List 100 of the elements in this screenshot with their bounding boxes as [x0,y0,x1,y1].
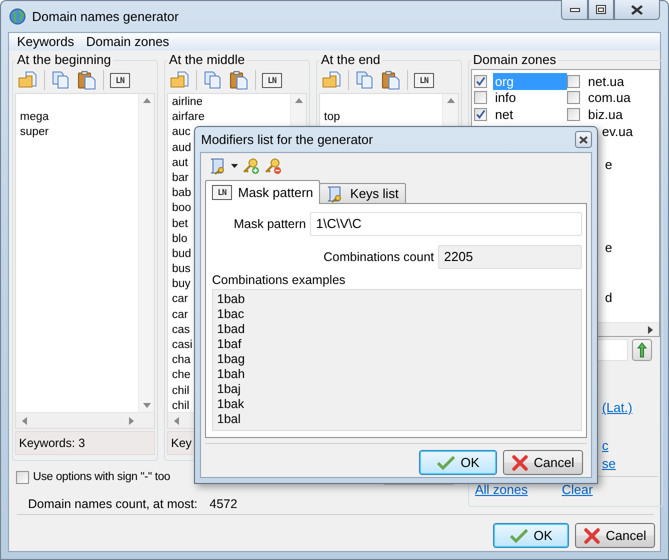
ok-button[interactable]: OK [493,523,569,548]
keyword-item[interactable]: bud [172,246,192,262]
option-checkbox[interactable] [16,470,29,484]
keyword-item[interactable]: che [172,368,191,384]
example-item: 1bag [217,352,245,367]
tab[interactable]: Keys list [319,183,406,203]
close-button[interactable] [575,131,592,148]
keyword-item[interactable]: blo [172,232,188,247]
keyword-item[interactable]: casi [172,338,192,354]
move-up-button[interactable] [632,339,652,361]
zone-checkbox[interactable] [474,108,487,121]
link[interactable]: All zones [475,481,528,499]
line-numbers-button[interactable]: LN [110,72,130,88]
keyword-item[interactable]: cha [172,353,191,368]
ok-button[interactable]: OK [419,450,497,475]
line-numbers-button[interactable]: LN [414,72,434,88]
zone-item[interactable]: e [605,156,612,172]
keyword-item[interactable]: aut [172,156,188,171]
zone-item[interactable]: e [605,240,612,255]
keyword-item[interactable]: mega [20,110,49,126]
zone-item[interactable]: d [605,290,612,305]
keyword-item[interactable]: airfare [172,110,205,126]
link[interactable]: se [602,455,660,473]
zone-checkbox[interactable] [567,91,580,104]
zone-checkbox[interactable] [567,108,580,121]
keyword-item[interactable]: aud [172,140,192,156]
link[interactable]: (Lat.) [602,399,660,417]
scroll-left-icon[interactable] [174,416,179,424]
scroll-up-icon[interactable] [294,98,302,103]
count-label: Domain names count, at most: [28,497,198,511]
count-field[interactable]: 2205 [438,245,582,269]
keyword-item[interactable]: car [172,308,188,323]
keyword-count: Keywords: 3 [15,431,155,455]
keyword-item[interactable]: auc [172,125,191,141]
example-item: 1bal [217,412,241,427]
column-title: At the end [320,53,382,67]
zone-item[interactable]: net.ua [586,72,632,90]
close-button[interactable] [614,0,660,20]
scroll-right-icon[interactable] [648,326,653,334]
mask-field[interactable]: 1\C\V\C [310,212,582,236]
keyword-item[interactable]: chil [172,384,190,399]
horizontal-scrollbar[interactable] [16,412,154,428]
scroll-left-icon[interactable] [22,416,27,424]
vertical-scrollbar[interactable] [138,94,154,412]
keyword-item[interactable]: bar [172,170,189,186]
maximize-button[interactable] [588,0,614,20]
link[interactable]: c [602,437,660,455]
menu-item[interactable]: Keywords [11,33,80,50]
keyword-item[interactable]: boo [172,201,192,216]
keyword-item[interactable]: car [172,292,188,308]
zone-item[interactable]: ev.ua [602,124,633,139]
paste-icon[interactable] [381,70,401,90]
keyword-list[interactable]: mega super [15,93,155,429]
zone-item[interactable]: biz.ua [586,106,631,123]
line-numbers-button[interactable]: LN [262,72,282,88]
template-icon[interactable] [209,157,227,175]
key-remove-icon[interactable] [264,157,282,175]
open-folder-icon[interactable] [170,70,190,90]
zone-item[interactable]: com.ua [586,89,639,106]
zone-item[interactable]: info [493,89,567,106]
minimize-button[interactable] [561,0,588,20]
keyword-item[interactable]: super [20,125,49,141]
paste-icon[interactable] [77,70,97,90]
link[interactable]: Clear [562,481,593,499]
option-label: Use options with sign "-" too [33,471,170,483]
key-add-icon[interactable] [242,157,260,175]
keyword-item[interactable]: chil [172,398,190,412]
zone-checkbox[interactable] [567,74,580,88]
scroll-up-icon[interactable] [142,98,150,103]
open-folder-icon[interactable] [322,70,342,90]
copy-icon[interactable] [355,70,375,90]
zone-item[interactable]: net [493,106,567,123]
example-item: 1baf [217,337,242,352]
open-folder-icon[interactable] [18,70,38,90]
cancel-button[interactable]: Cancel [503,450,583,475]
keyword-item[interactable]: bet [172,216,188,232]
keyword-item[interactable]: top [324,110,340,126]
example-item: 1baj [217,382,241,397]
keyword-item[interactable]: bus [172,262,191,278]
scroll-up-icon[interactable] [446,98,454,103]
keyword-item[interactable]: airline [172,95,203,110]
paste-icon[interactable] [229,70,249,90]
scroll-down-icon[interactable] [142,403,150,408]
tab[interactable]: LN Mask pattern [205,180,320,204]
checkmark-icon [436,456,455,470]
example-item: 1bah [217,367,245,382]
cancel-button[interactable]: Cancel [575,523,655,548]
caret-icon[interactable] [231,164,238,168]
checkmark-icon [510,528,528,542]
menu-item[interactable]: Domain zones [80,33,176,50]
keyword-item[interactable]: buy [172,277,191,292]
zone-checkbox[interactable] [474,74,487,88]
field-label: Combinations count [324,250,434,264]
keyword-item[interactable]: bab [172,186,192,202]
zone-checkbox[interactable] [474,91,487,104]
copy-icon[interactable] [51,70,71,90]
copy-icon[interactable] [203,70,223,90]
column-title: At the beginning [16,53,112,67]
cross-icon [512,454,528,470]
keyword-item[interactable]: cas [172,322,190,338]
